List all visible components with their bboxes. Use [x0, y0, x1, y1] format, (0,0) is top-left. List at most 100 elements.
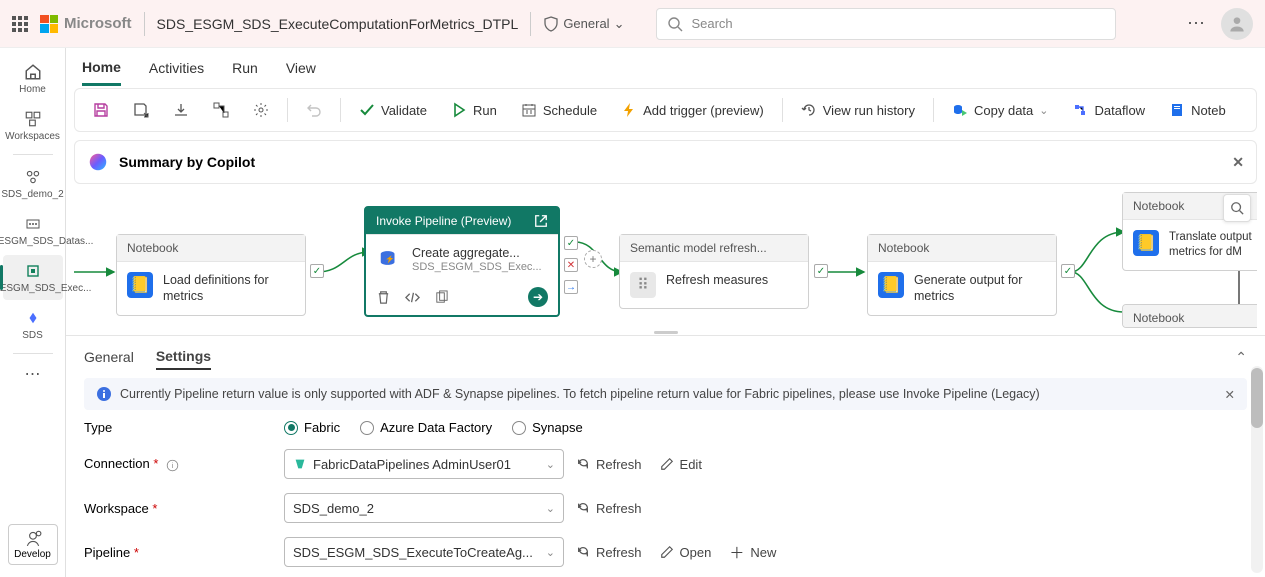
open-external-icon[interactable]: [534, 214, 548, 228]
variables-button[interactable]: [203, 96, 239, 124]
panel-tab-settings[interactable]: Settings: [156, 344, 211, 370]
schedule-button[interactable]: Schedule: [511, 96, 607, 124]
app-launcher-icon[interactable]: [12, 16, 28, 32]
activity-refresh-measures[interactable]: Semantic model refresh... ⠿ Refresh meas…: [619, 234, 809, 309]
radio-adf[interactable]: Azure Data Factory: [360, 420, 492, 435]
history-icon: [801, 102, 817, 118]
copy-data-button[interactable]: Copy data⌄: [942, 96, 1058, 124]
download-button[interactable]: [163, 96, 199, 124]
port-success[interactable]: ✓: [564, 236, 578, 250]
activity-generate-output[interactable]: Notebook 📒 Generate output for metrics: [867, 234, 1057, 316]
activity-load-definitions[interactable]: Notebook 📒 Load definitions for metrics: [116, 234, 306, 316]
save-icon: [93, 102, 109, 118]
more-icon[interactable]: ⋯: [1187, 13, 1205, 34]
check-icon: [359, 102, 375, 118]
rail-more[interactable]: ⋯: [3, 360, 63, 390]
code-icon[interactable]: [405, 290, 420, 305]
left-rail: Home Workspaces SDS_demo_2 SDS_ESGM_SDS_…: [0, 48, 66, 577]
delete-icon[interactable]: [376, 290, 391, 305]
copy-icon[interactable]: [434, 290, 449, 305]
refresh-workspace[interactable]: Refresh: [576, 501, 642, 516]
new-pipeline[interactable]: ＋New: [729, 542, 776, 563]
variables-icon: [213, 102, 229, 118]
copilot-summary-bar: Summary by Copilot ✕: [74, 140, 1257, 184]
activity-invoke-pipeline[interactable]: Invoke Pipeline (Preview) Create aggrega…: [364, 206, 560, 317]
copydata-icon: [952, 102, 968, 118]
refresh-connection[interactable]: Refresh: [576, 457, 642, 472]
port-failure[interactable]: ✕: [564, 258, 578, 272]
info-icon: [96, 386, 112, 402]
sensitivity-selector[interactable]: General ⌄: [543, 16, 624, 32]
tab-home[interactable]: Home: [82, 51, 121, 86]
dataset-icon: [23, 214, 43, 234]
microsoft-text: Microsoft: [64, 15, 132, 32]
search-icon: [1230, 201, 1244, 215]
rail-ws-datas[interactable]: SDS_ESGM_SDS_Datas...: [3, 208, 63, 253]
add-trigger-button[interactable]: Add trigger (preview): [611, 96, 774, 124]
port-success[interactable]: ✓: [814, 264, 828, 278]
chevron-down-icon: ⌄: [614, 16, 625, 32]
radio-fabric[interactable]: Fabric: [284, 420, 340, 435]
download-icon: [173, 102, 189, 118]
info-icon[interactable]: i: [166, 459, 179, 472]
notebook-button[interactable]: Noteb: [1159, 96, 1236, 124]
connection-select[interactable]: FabricDataPipelines AdminUser01 ⌄: [284, 449, 564, 479]
history-button[interactable]: View run history: [791, 96, 925, 124]
rail-home[interactable]: Home: [3, 56, 63, 101]
rail-ws-exec[interactable]: SDS_ESGM_SDS_Exec...: [3, 255, 63, 300]
undo-button[interactable]: [296, 96, 332, 124]
label-type: Type: [84, 420, 284, 435]
edit-connection[interactable]: Edit: [660, 457, 702, 472]
close-icon[interactable]: ✕: [1232, 154, 1244, 171]
plus-icon: ＋: [729, 542, 744, 563]
port-success[interactable]: ✓: [310, 264, 324, 278]
close-icon[interactable]: ✕: [1225, 387, 1235, 402]
zoom-search-button[interactable]: [1223, 194, 1251, 222]
collapse-panel-icon[interactable]: ⌃: [1235, 349, 1247, 366]
label-connection: Connection i: [84, 456, 284, 471]
pipeline-canvas[interactable]: Notebook 📒 Load definitions for metrics …: [74, 192, 1257, 329]
validate-button[interactable]: Validate: [349, 96, 437, 124]
workspace-select[interactable]: SDS_demo_2⌄: [284, 493, 564, 523]
edit-icon: [660, 457, 674, 471]
radio-synapse[interactable]: Synapse: [512, 420, 583, 435]
dataflow-button[interactable]: Dataflow: [1062, 96, 1155, 124]
chevron-down-icon: ⌄: [546, 458, 555, 471]
notebook-icon: 📒: [127, 272, 153, 298]
avatar[interactable]: [1221, 8, 1253, 40]
rail-workspaces[interactable]: Workspaces: [3, 103, 63, 148]
person-icon: [1227, 14, 1247, 34]
item-icon: [23, 308, 43, 328]
bolt-icon: [621, 102, 637, 118]
tab-run[interactable]: Run: [232, 52, 258, 84]
refresh-icon: [576, 545, 590, 559]
add-activity-button[interactable]: +: [584, 250, 602, 268]
rail-ws-sds[interactable]: SDS: [3, 302, 63, 347]
activity-notebook-partial[interactable]: Notebook: [1122, 304, 1257, 328]
rail-ws-demo[interactable]: SDS_demo_2: [3, 161, 63, 206]
chevron-down-icon: ⌄: [546, 546, 555, 559]
refresh-pipeline[interactable]: Refresh: [576, 545, 642, 560]
run-button[interactable]: Run: [441, 96, 507, 124]
notebook-icon: 📒: [878, 272, 904, 298]
scrollbar-thumb[interactable]: [1251, 368, 1263, 428]
ribbon-tabs: Home Activities Run View: [66, 48, 1265, 88]
tab-activities[interactable]: Activities: [149, 52, 204, 84]
calendar-icon: [521, 102, 537, 118]
gear-icon: [253, 102, 269, 118]
pipeline-select[interactable]: SDS_ESGM_SDS_ExecuteToCreateAg...⌄: [284, 537, 564, 567]
port-success[interactable]: ✓: [1061, 264, 1075, 278]
search-input[interactable]: Search: [656, 8, 1116, 40]
tab-view[interactable]: View: [286, 52, 316, 84]
copilot-title: Summary by Copilot: [119, 154, 255, 170]
saveas-button[interactable]: [123, 96, 159, 124]
port-skip[interactable]: →: [564, 280, 578, 294]
microsoft-logo[interactable]: Microsoft: [40, 15, 132, 33]
save-button[interactable]: [83, 96, 119, 124]
open-pipeline[interactable]: Open: [660, 545, 712, 560]
panel-tab-general[interactable]: General: [84, 345, 134, 369]
develop-button[interactable]: Develop: [8, 524, 58, 565]
go-icon[interactable]: ➔: [528, 287, 548, 307]
search-icon: [667, 16, 683, 32]
settings-button[interactable]: [243, 96, 279, 124]
